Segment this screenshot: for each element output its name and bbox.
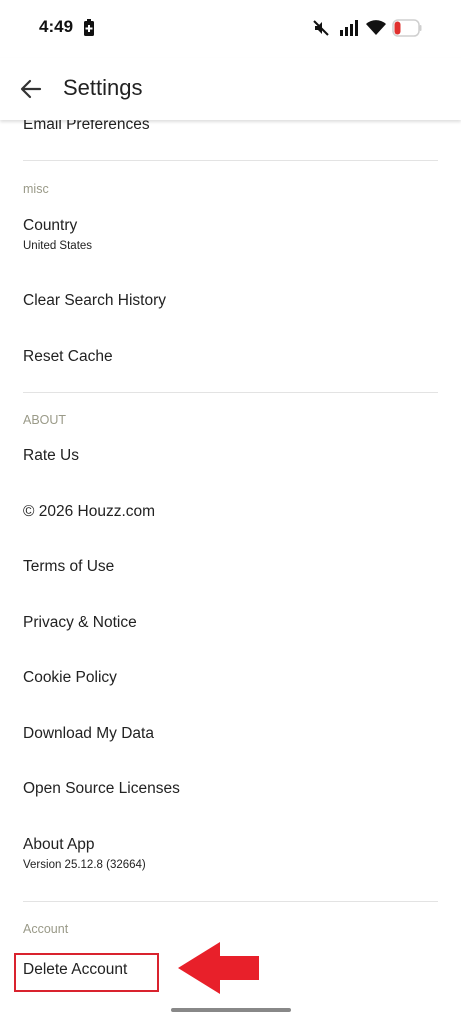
settings-item-rate-us[interactable]: Rate Us	[0, 438, 461, 478]
settings-item-label: Reset Cache	[23, 348, 113, 365]
settings-item-label: Clear Search History	[23, 292, 166, 309]
battery-saver-icon	[84, 19, 94, 36]
status-time: 4:49	[39, 17, 74, 36]
settings-item-clear-search-history[interactable]: Clear Search History	[0, 282, 461, 322]
settings-item-open-source-licenses[interactable]: Open Source Licenses	[0, 771, 461, 811]
settings-item-sublabel: Version 25.12.8 (32664)	[23, 859, 146, 871]
settings-item-privacy-notice[interactable]: Privacy & Notice	[0, 604, 461, 644]
settings-item-label: © 2026 Houzz.com	[23, 503, 156, 520]
settings-list[interactable]: Email Preferences misc Country United St…	[0, 120, 461, 1024]
divider	[23, 160, 438, 161]
page-title: Settings	[63, 75, 143, 100]
section-header-account: Account	[23, 922, 69, 936]
settings-item-download-my-data[interactable]: Download My Data	[0, 715, 461, 755]
settings-item-sublabel: United States	[23, 240, 93, 252]
settings-item-label: Country	[23, 217, 78, 234]
settings-item-cookie-policy[interactable]: Cookie Policy	[0, 660, 461, 700]
home-indicator	[171, 1008, 291, 1012]
divider	[23, 901, 438, 902]
annotation-highlight-box	[14, 953, 159, 992]
divider	[23, 392, 438, 393]
settings-item-label: Open Source Licenses	[23, 780, 180, 797]
settings-item-reset-cache[interactable]: Reset Cache	[0, 338, 461, 378]
settings-item-country[interactable]: Country United States	[0, 206, 461, 258]
settings-item-label: Privacy & Notice	[23, 614, 137, 631]
settings-item-about-app[interactable]: About App Version 25.12.8 (32664)	[0, 825, 461, 877]
settings-item-terms-of-use[interactable]: Terms of Use	[0, 549, 461, 589]
app-bar: Settings	[0, 58, 461, 120]
settings-item-email-preferences[interactable]: Email Preferences	[23, 120, 150, 134]
wifi-icon	[366, 20, 386, 35]
settings-item-copyright[interactable]: © 2026 Houzz.com	[0, 493, 461, 533]
annotation-arrow-icon	[178, 942, 259, 994]
settings-item-label: Rate Us	[23, 447, 79, 464]
signal-icon	[340, 20, 358, 36]
section-header-about: ABOUT	[23, 413, 67, 427]
settings-item-label: Download My Data	[23, 725, 154, 742]
battery-icon	[392, 19, 422, 37]
settings-item-label: Cookie Policy	[23, 669, 117, 686]
settings-item-label: About App	[23, 836, 95, 853]
status-bar: 4:49	[0, 0, 461, 58]
section-header-misc: misc	[23, 182, 49, 196]
arrow-left-icon	[20, 79, 42, 99]
back-button[interactable]	[20, 78, 42, 100]
mute-icon	[313, 20, 329, 36]
settings-item-label: Terms of Use	[23, 558, 115, 575]
